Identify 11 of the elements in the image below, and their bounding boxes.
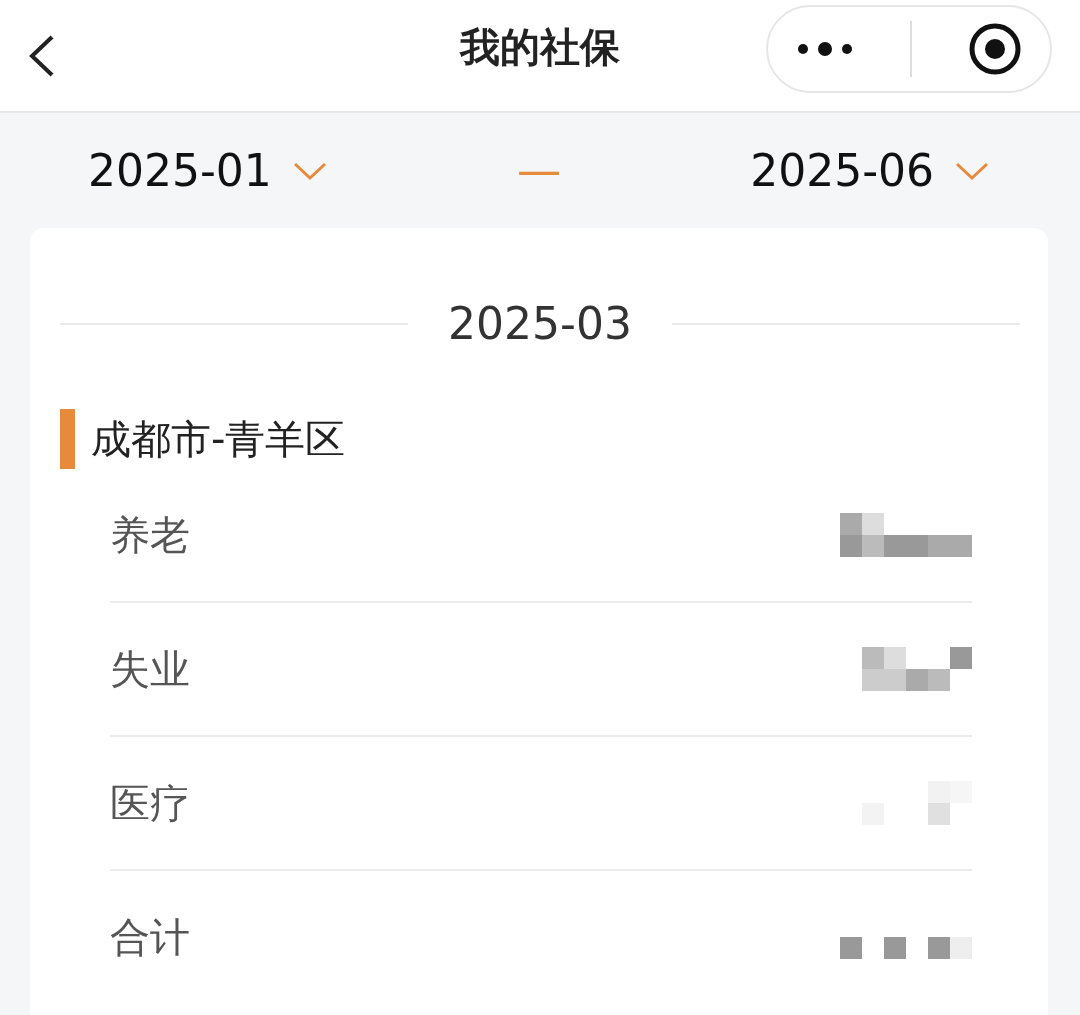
range-separator: — xyxy=(517,145,561,196)
page-title: 我的社保 xyxy=(460,23,620,72)
accent-bar xyxy=(60,409,75,469)
month-heading: 2025-03 xyxy=(448,298,632,349)
item-label: 养老 xyxy=(110,510,190,560)
end-date-picker[interactable]: 2025-06 xyxy=(750,145,990,196)
item-label: 医疗 xyxy=(110,778,190,828)
start-date-picker[interactable]: 2025-01 xyxy=(88,145,328,196)
region-title: 成都市-青羊区 xyxy=(91,414,346,464)
item-label: 失业 xyxy=(110,644,190,694)
item-label: 合计 xyxy=(110,912,190,962)
